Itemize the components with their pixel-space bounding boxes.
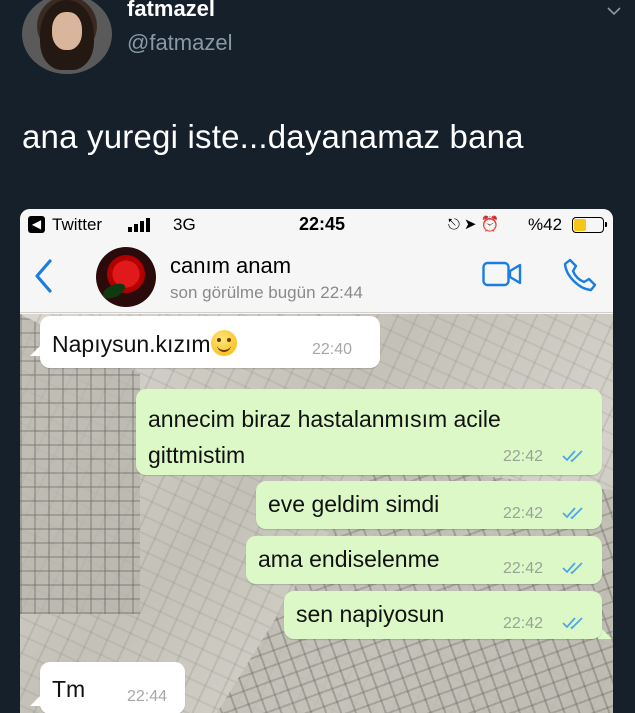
message-time: 22:44 — [127, 688, 168, 705]
battery-icon — [572, 217, 607, 233]
read-ticks-icon — [562, 617, 583, 630]
message-time: 22:42 — [503, 448, 544, 465]
message-outgoing[interactable]: sen napiyosun 22:42 — [284, 591, 602, 639]
message-outgoing[interactable]: eve geldim simdi 22:42 — [256, 481, 602, 529]
chevron-down-icon[interactable] — [607, 4, 621, 18]
contact-last-seen: son görülme bugün 22:44 — [170, 283, 363, 302]
video-call-icon[interactable] — [482, 261, 522, 287]
message-text: Napıysun.kızım — [52, 331, 211, 357]
read-ticks-icon — [562, 562, 583, 575]
avatar-face — [52, 12, 82, 50]
message-time: 22:42 — [503, 615, 544, 632]
back-to-app-icon: ◀ — [28, 216, 45, 233]
tweet-text: ana yuregi iste...dayanamaz bana — [22, 118, 524, 155]
read-ticks-icon — [562, 507, 583, 520]
message-text: sen napiyosun — [296, 601, 445, 627]
message-text: eve geldim simdi — [268, 491, 440, 517]
rose-leaf — [100, 280, 128, 302]
message-text: ama endiselenme — [258, 546, 440, 572]
status-icons: ⎋➤⏰ — [448, 215, 503, 233]
location-icon: ➤ — [463, 216, 481, 233]
message-text-line2: gittmistim — [148, 442, 246, 468]
message-time: 22:42 — [503, 505, 544, 522]
read-ticks-icon — [562, 450, 583, 463]
lock-rotation-icon: ⎋ — [448, 216, 464, 233]
clock: 22:45 — [299, 214, 346, 234]
message-incoming[interactable]: Napıysun.kızım 22:40 — [40, 316, 380, 368]
message-incoming[interactable]: Tm 22:44 — [40, 662, 185, 713]
battery-level — [574, 219, 586, 231]
battery-percent: %42 — [528, 215, 563, 234]
contact-name[interactable]: canım anam — [170, 253, 291, 279]
tweet-image[interactable]: ◀ Twitter 3G 22:45 ⎋➤⏰ %42 canım anam so… — [20, 209, 613, 713]
message-outgoing[interactable]: ama endiselenme 22:42 — [246, 536, 602, 584]
back-app-label: Twitter — [52, 215, 103, 234]
message-time: 22:40 — [312, 341, 353, 358]
contact-avatar[interactable] — [96, 247, 156, 307]
phone-status-bar: ◀ Twitter 3G 22:45 ⎋➤⏰ %42 — [20, 209, 613, 241]
author-handle[interactable]: @fatmazel — [127, 30, 232, 56]
phone-call-icon[interactable] — [562, 257, 598, 293]
chat-area[interactable]: Napıysun.kızım 22:40 annecim biraz hasta… — [20, 314, 613, 713]
signal-icon — [128, 218, 150, 232]
message-text-line1: annecim biraz hastalanmısım acile — [148, 406, 501, 432]
back-chevron-icon[interactable] — [34, 259, 54, 293]
author-display-name[interactable]: fatmazel — [127, 0, 215, 22]
message-time: 22:42 — [503, 560, 544, 577]
network-type: 3G — [173, 215, 196, 234]
message-text: Tm — [52, 676, 86, 702]
chat-header: canım anam son görülme bugün 22:44 — [20, 241, 613, 313]
message-outgoing[interactable]: annecim biraz hastalanmısım acile gittmis… — [136, 389, 602, 475]
smiling-face-icon — [210, 330, 237, 356]
author-avatar[interactable] — [22, 0, 112, 74]
alarm-icon: ⏰ — [480, 216, 504, 233]
